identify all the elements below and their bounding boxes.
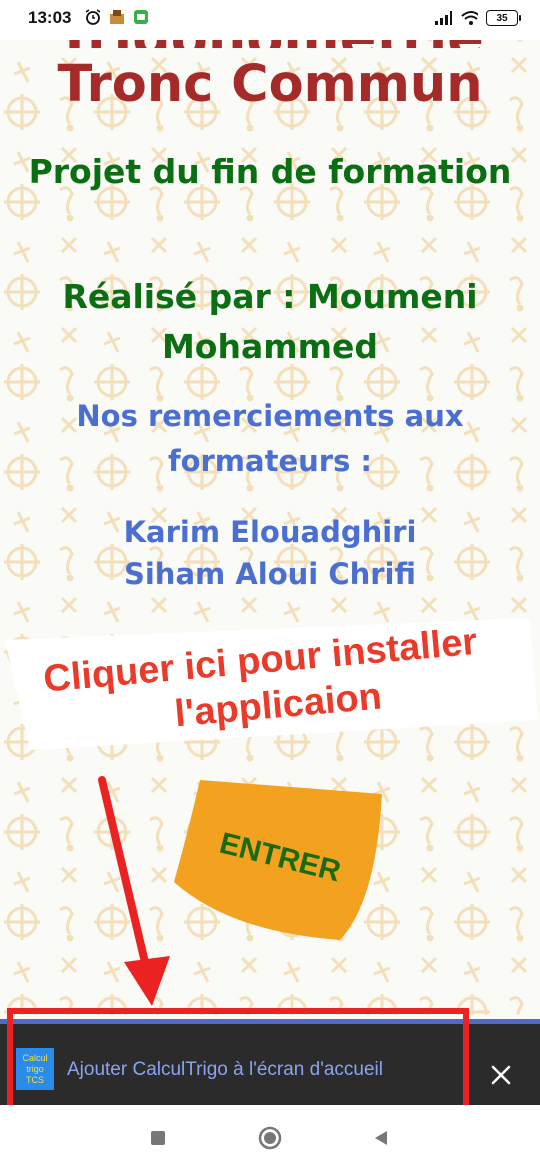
android-icon bbox=[132, 8, 150, 26]
page-title: Tronc Commun bbox=[57, 55, 483, 114]
install-banner[interactable]: Calcul trigo TCS Ajouter CalculTrigo à l… bbox=[0, 1019, 540, 1110]
author-line: Réalisé par : Moumeni Mohammed bbox=[62, 277, 478, 366]
wifi-icon bbox=[460, 9, 478, 27]
signal-icon bbox=[434, 9, 452, 27]
navigation-bar bbox=[0, 1105, 540, 1170]
alarm-icon bbox=[84, 8, 102, 26]
status-time: 13:03 bbox=[28, 8, 72, 27]
add-to-home-screen-link[interactable]: Ajouter CalculTrigo à l'écran d'accueil bbox=[67, 1059, 383, 1081]
red-arrow-icon bbox=[98, 776, 170, 1006]
thanks-line: Nos remerciements aux formateurs : bbox=[76, 399, 464, 478]
app-logo-line3: TCS bbox=[26, 1074, 44, 1085]
app-logo-line1: Calcul bbox=[22, 1052, 48, 1063]
main-content: Trigonométrie Tronc Commun Projet du fin… bbox=[0, 0, 540, 1015]
back-triangle-icon[interactable] bbox=[366, 1123, 396, 1153]
project-line: Projet du fin de formation bbox=[28, 152, 512, 191]
app-logo: Calcul trigo TCS bbox=[16, 1048, 54, 1090]
battery-icon: 35 bbox=[486, 10, 521, 26]
trainer-2: Siham Aloui Chrifi bbox=[123, 557, 416, 591]
close-icon[interactable] bbox=[486, 1060, 516, 1090]
app-logo-line2: trigo bbox=[26, 1063, 44, 1074]
app-notification-icon bbox=[108, 8, 126, 26]
enter-button[interactable]: ENTRER bbox=[170, 772, 390, 944]
status-bar: 13:03 35 bbox=[0, 0, 540, 40]
trainer-1: Karim Elouadghiri bbox=[123, 515, 417, 549]
home-circle-icon[interactable] bbox=[255, 1123, 285, 1153]
install-hint: Cliquer ici pour installer l'applicaion bbox=[5, 618, 538, 750]
recents-square-icon[interactable] bbox=[143, 1123, 173, 1153]
